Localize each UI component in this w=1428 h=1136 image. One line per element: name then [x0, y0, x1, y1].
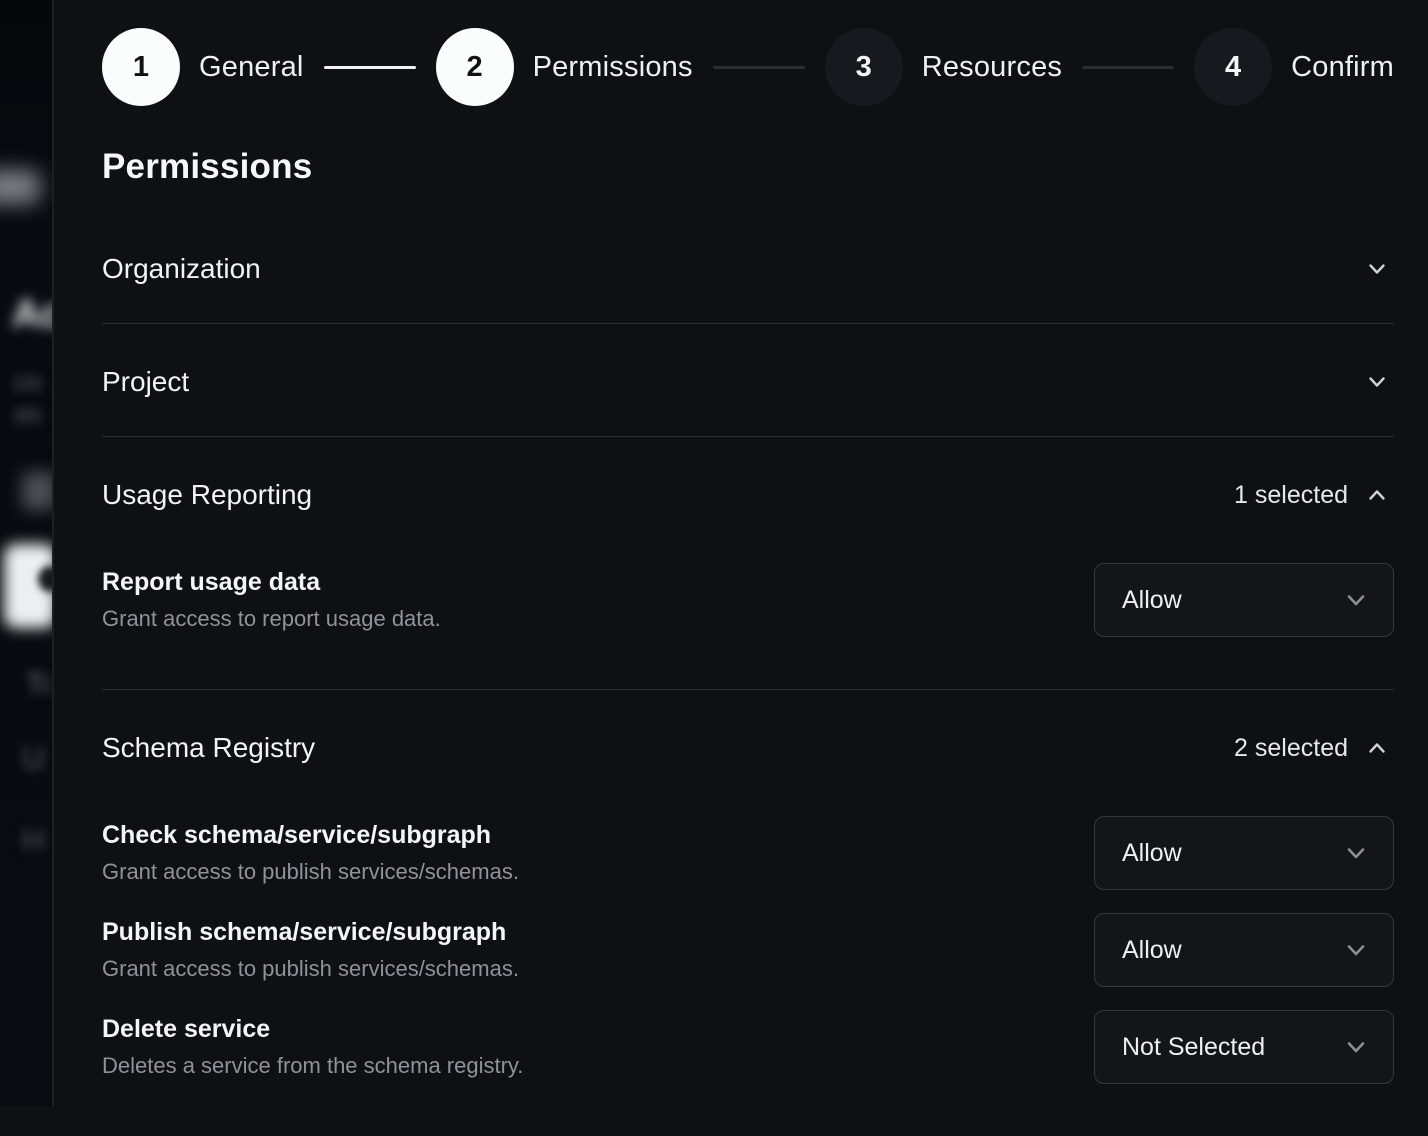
permission-section: Project	[102, 324, 1394, 437]
permission-select[interactable]: Allow	[1094, 816, 1394, 890]
permission-item-text: Publish schema/service/subgraph Grant ac…	[102, 918, 519, 983]
permission-item: Delete service Deletes a service from th…	[102, 1010, 1394, 1084]
section-title: Organization	[102, 253, 261, 285]
selected-count: 1 selected	[1234, 481, 1348, 510]
sidebar-blurred-heading: Ac	[12, 292, 54, 337]
section-header[interactable]: Organization	[102, 211, 1394, 323]
section-title: Schema Registry	[102, 732, 315, 764]
permission-section: Organization	[102, 211, 1394, 324]
step-label: Permissions	[533, 51, 693, 84]
background-sidebar: Ac co as Ti U H	[0, 0, 54, 1106]
sidebar-blurred-nav-item: H	[22, 822, 45, 859]
step-number-circle: 1	[102, 28, 180, 106]
step-number-circle: 4	[1194, 28, 1272, 106]
step-number-circle: 3	[825, 28, 903, 106]
permission-description: Grant access to report usage data.	[102, 606, 441, 632]
sidebar-blurred-nav-item: U	[22, 740, 45, 777]
stepper: 1 General 2 Permissions 3 Resources 4 Co…	[102, 28, 1394, 106]
step-label: General	[199, 51, 304, 84]
permission-select[interactable]: Not Selected	[1094, 1010, 1394, 1084]
permission-sections: Organization Project Usage Reporting	[102, 211, 1394, 1136]
step-connector	[1082, 66, 1174, 69]
sidebar-blurred-nav-item: Ti	[26, 668, 50, 702]
permission-item-text: Delete service Deletes a service from th…	[102, 1015, 523, 1080]
chevron-up-icon	[1364, 482, 1390, 508]
step-label: Resources	[922, 51, 1062, 84]
stepper-step: 4 Confirm	[1194, 28, 1394, 106]
wizard-panel: 1 General 2 Permissions 3 Resources 4 Co…	[56, 0, 1428, 1106]
section-meta	[1364, 256, 1390, 282]
stepper-step: 3 Resources	[825, 28, 1062, 106]
selected-count: 2 selected	[1234, 734, 1348, 763]
section-items: Check schema/service/subgraph Grant acce…	[102, 816, 1394, 1136]
permission-select-value: Allow	[1122, 936, 1182, 965]
chevron-down-icon	[1342, 839, 1370, 867]
chevron-down-icon	[1342, 936, 1370, 964]
section-header[interactable]: Usage Reporting 1 selected	[102, 437, 1394, 511]
permission-description: Grant access to publish services/schemas…	[102, 956, 519, 982]
permission-item: Publish schema/service/subgraph Grant ac…	[102, 913, 1394, 987]
section-title: Project	[102, 366, 189, 398]
permission-select-value: Not Selected	[1122, 1033, 1265, 1062]
permission-title: Report usage data	[102, 568, 441, 597]
chevron-up-icon	[1364, 735, 1390, 761]
permission-title: Delete service	[102, 1015, 523, 1044]
section-meta	[1364, 369, 1390, 395]
step-label: Confirm	[1291, 51, 1394, 84]
chevron-down-icon	[1364, 369, 1390, 395]
permission-title: Publish schema/service/subgraph	[102, 918, 519, 947]
stepper-step: 1 General	[102, 28, 304, 106]
step-connector	[713, 66, 805, 69]
permission-select-value: Allow	[1122, 839, 1182, 868]
sidebar-blurred-text: as	[14, 398, 41, 429]
sidebar-blurred-text: co	[14, 366, 41, 397]
section-header[interactable]: Project	[102, 324, 1394, 436]
section-items: Report usage data Grant access to report…	[102, 563, 1394, 689]
section-header[interactable]: Schema Registry 2 selected	[102, 690, 1394, 764]
step-number-circle: 2	[436, 28, 514, 106]
section-meta: 1 selected	[1234, 481, 1390, 510]
page-title: Permissions	[102, 147, 1394, 187]
section-meta: 2 selected	[1234, 734, 1390, 763]
permission-select[interactable]: Allow	[1094, 563, 1394, 637]
permission-item: Check schema/service/subgraph Grant acce…	[102, 816, 1394, 890]
chevron-down-icon	[1342, 586, 1370, 614]
permission-description: Grant access to publish services/schemas…	[102, 859, 519, 885]
permission-select-value: Allow	[1122, 586, 1182, 615]
stepper-step: 2 Permissions	[436, 28, 693, 106]
permission-item: Report usage data Grant access to report…	[102, 563, 1394, 637]
permission-section: Usage Reporting 1 selected Report usage …	[102, 437, 1394, 690]
permission-title: Check schema/service/subgraph	[102, 821, 519, 850]
sidebar-blurred-icon	[22, 472, 54, 510]
permission-item-text: Check schema/service/subgraph Grant acce…	[102, 821, 519, 886]
sidebar-blurred-pill	[0, 170, 40, 204]
permission-section: Schema Registry 2 selected Check schema/…	[102, 690, 1394, 1136]
permission-select[interactable]: Allow	[1094, 913, 1394, 987]
permission-description: Deletes a service from the schema regist…	[102, 1053, 523, 1079]
permission-item-text: Report usage data Grant access to report…	[102, 568, 441, 633]
chevron-down-icon	[1342, 1033, 1370, 1061]
step-connector	[324, 66, 416, 69]
section-title: Usage Reporting	[102, 479, 312, 511]
chevron-down-icon	[1364, 256, 1390, 282]
